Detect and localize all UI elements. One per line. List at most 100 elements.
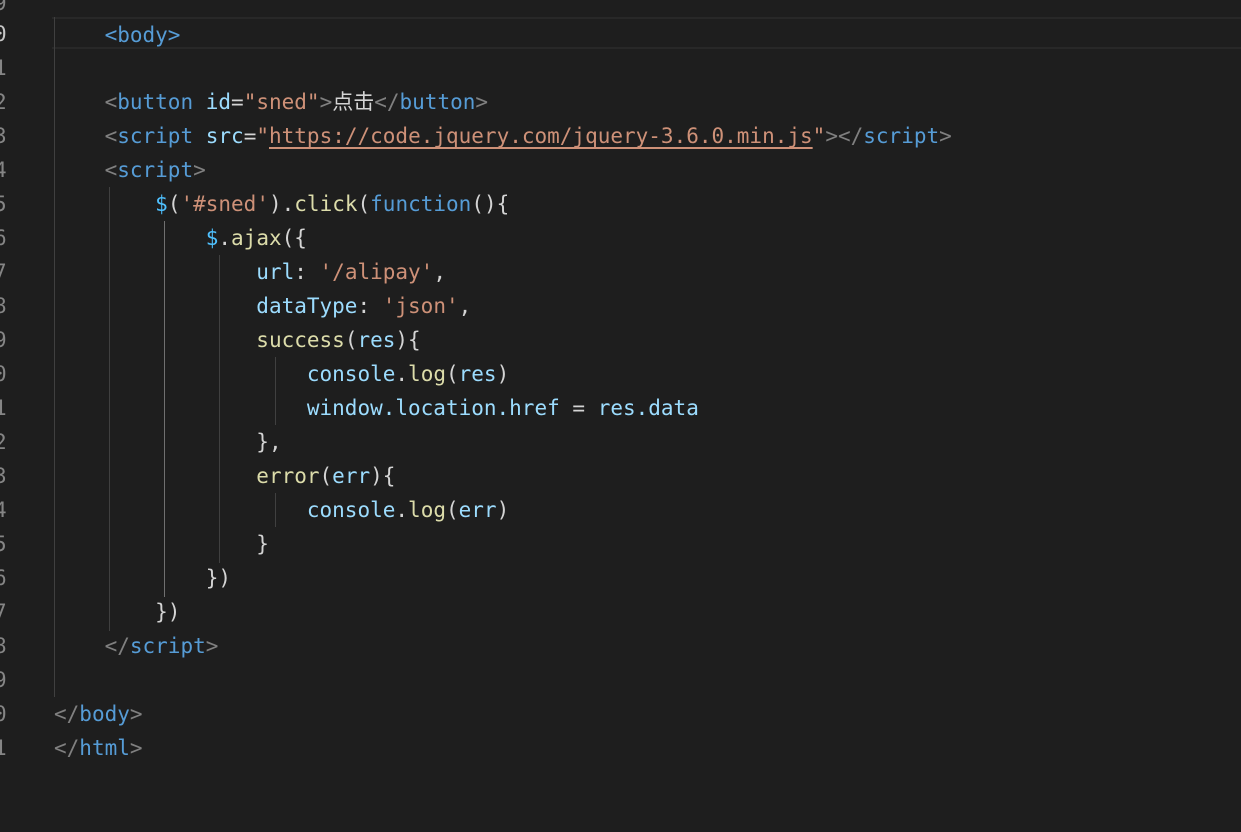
- code-token: console: [306, 498, 396, 522]
- code-line[interactable]: </script>: [54, 629, 219, 663]
- code-token: script: [863, 124, 940, 148]
- code-token: >: [475, 90, 489, 114]
- code-token: err: [458, 498, 497, 522]
- code-token: (: [167, 192, 181, 216]
- code-token: (: [344, 328, 358, 352]
- code-token: 点击: [332, 90, 375, 114]
- line-number: 2: [0, 90, 7, 114]
- code-token: .: [218, 226, 232, 250]
- code-token: '/alipay': [319, 260, 434, 284]
- code-editor[interactable]: 9 0 1 2 3 4 5 6 7 8 9 0 1 2 3 4 5 6 7 8 …: [0, 0, 1241, 832]
- code-token: ajax: [231, 226, 282, 250]
- code-token: ): [496, 498, 510, 522]
- code-token: <body>: [104, 23, 181, 47]
- line-number: 1: [0, 736, 7, 760]
- code-token: <: [104, 90, 118, 114]
- code-token: function: [370, 192, 472, 216]
- code-token: error: [256, 464, 320, 488]
- code-token: $: [205, 226, 219, 250]
- code-token: }: [256, 532, 269, 556]
- code-token: ": [256, 124, 269, 148]
- code-token: >: [129, 702, 143, 726]
- code-token: log: [408, 362, 446, 386]
- code-token: >: [205, 634, 219, 658]
- code-token: url: [256, 260, 295, 284]
- code-line[interactable]: },: [54, 425, 282, 459]
- line-number: 9: [0, 668, 7, 692]
- code-line[interactable]: dataType: 'json',: [54, 289, 471, 323]
- code-token: window.location.href: [306, 396, 560, 420]
- code-token: >: [319, 90, 333, 114]
- code-line[interactable]: }: [54, 527, 269, 561]
- code-token: ): [496, 362, 510, 386]
- code-token: }): [155, 600, 181, 624]
- code-token: :: [294, 260, 320, 284]
- code-token: "sned": [243, 90, 320, 114]
- line-number: 7: [0, 600, 7, 624]
- code-token: >: [193, 158, 206, 182]
- line-number-gutter: 9 0 1 2 3 4 5 6 7 8 9 0 1 2 3 4 5 6 7 8 …: [0, 0, 12, 832]
- code-line[interactable]: }): [54, 561, 231, 595]
- code-line[interactable]: console.log(err): [54, 493, 509, 527]
- code-line[interactable]: </html>: [54, 731, 143, 765]
- code-token: (: [445, 362, 459, 386]
- code-line[interactable]: error(err){: [54, 459, 395, 493]
- code-line[interactable]: <body>: [54, 0, 181, 47]
- code-token: </: [374, 90, 400, 114]
- code-line[interactable]: url: '/alipay',: [54, 255, 446, 289]
- code-token: script: [117, 124, 194, 148]
- code-token: console: [306, 362, 396, 386]
- code-token: success: [256, 328, 345, 352]
- code-token: .: [395, 498, 409, 522]
- current-line-highlight: [52, 17, 1241, 49]
- line-number: 3: [0, 124, 7, 148]
- line-number: 2: [0, 430, 7, 454]
- code-token: ({: [281, 226, 307, 250]
- code-line[interactable]: <button id="sned">点击</button>: [54, 85, 488, 119]
- code-token: ,: [433, 260, 446, 284]
- code-line[interactable]: }): [54, 595, 180, 629]
- code-token: id: [205, 90, 232, 114]
- code-token: <: [104, 124, 118, 148]
- line-number: 5: [0, 192, 7, 216]
- code-line[interactable]: console.log(res): [54, 357, 509, 391]
- code-token: >: [939, 124, 952, 148]
- code-token: },: [256, 430, 282, 454]
- line-number: 9: [0, 328, 7, 352]
- line-number: 8: [0, 634, 7, 658]
- code-line[interactable]: <script>: [54, 153, 206, 187]
- code-line[interactable]: success(res){: [54, 323, 420, 357]
- line-number: 8: [0, 294, 7, 318]
- code-token: body: [79, 702, 130, 726]
- code-token: '#sned': [180, 192, 269, 216]
- code-line[interactable]: </body>: [54, 697, 143, 731]
- code-line[interactable]: window.location.href = res.data: [54, 391, 699, 425]
- line-number: 4: [0, 158, 7, 182]
- code-token: res.data: [597, 396, 699, 420]
- line-number: 1: [0, 56, 7, 80]
- code-token: .: [395, 362, 409, 386]
- code-line[interactable]: $.ajax({: [54, 221, 307, 255]
- code-token: =: [243, 124, 257, 148]
- line-number: 5: [0, 532, 7, 556]
- code-token: }): [205, 566, 232, 590]
- code-link[interactable]: https://code.jquery.com/jquery-3.6.0.min…: [269, 124, 813, 148]
- code-line[interactable]: <script src="https://code.jquery.com/jqu…: [54, 119, 952, 153]
- code-token: res: [357, 328, 396, 352]
- line-number: 4: [0, 498, 7, 522]
- code-token: res: [458, 362, 497, 386]
- code-token: html: [79, 736, 130, 760]
- code-token: src: [205, 124, 244, 148]
- code-token: 'json': [382, 294, 459, 318]
- code-token: (){: [471, 192, 510, 216]
- code-token: =: [231, 90, 244, 114]
- code-token: ).: [268, 192, 295, 216]
- code-line[interactable]: $('#sned').click(function(){: [54, 187, 509, 221]
- code-token: <: [104, 158, 118, 182]
- code-token: button: [399, 90, 476, 114]
- code-token: </: [54, 736, 80, 760]
- line-number: 1: [0, 396, 7, 420]
- code-token: dataType: [256, 294, 358, 318]
- code-token: script: [129, 634, 206, 658]
- code-token: ){: [370, 464, 396, 488]
